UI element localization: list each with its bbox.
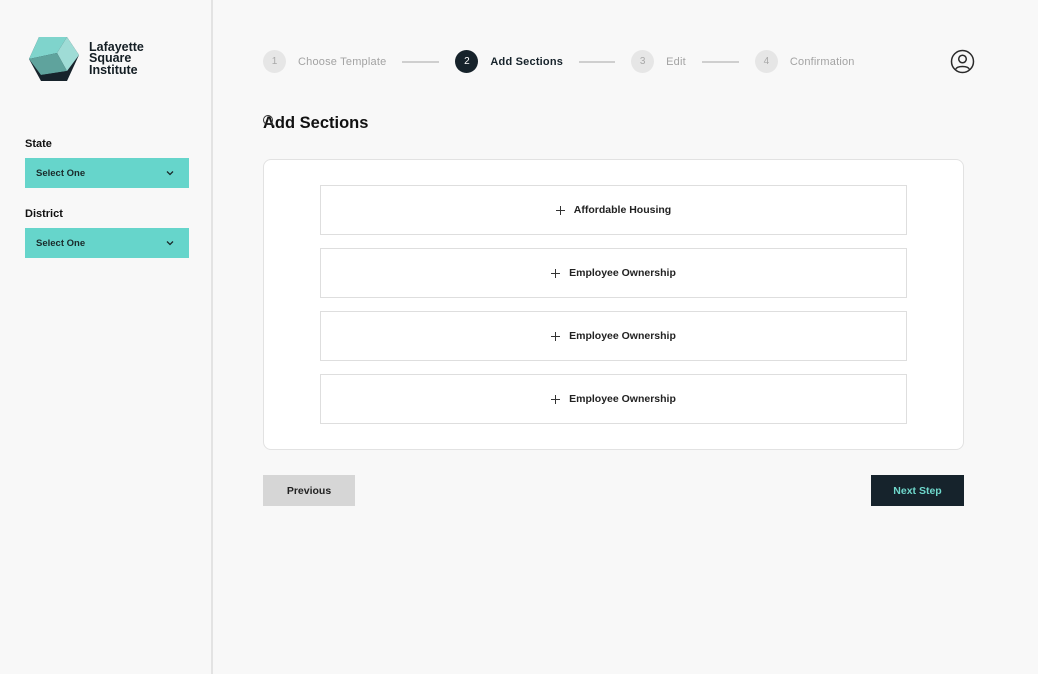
add-section-button[interactable]: Employee Ownership [320, 311, 907, 361]
step-label: Choose Template [298, 55, 387, 68]
section-label: Employee Ownership [569, 267, 676, 279]
step-number: 3 [631, 50, 655, 73]
chevron-down-icon [166, 241, 174, 246]
step-confirmation[interactable]: 4 Confirmation [754, 50, 855, 73]
state-select[interactable]: Select One [25, 158, 189, 188]
logo-cube-icon [29, 37, 79, 81]
step-edit[interactable]: 3 Edit [631, 50, 686, 73]
section-label: Employee Ownership [569, 393, 676, 405]
sidebar: Lafayette Square Institute State Select … [0, 0, 213, 674]
brand-logo[interactable]: Lafayette Square Institute [27, 35, 159, 83]
section-label: Employee Ownership [569, 330, 676, 342]
add-section-button[interactable]: Employee Ownership [320, 374, 907, 424]
brand-name: Lafayette Square Institute [89, 41, 159, 77]
plus-icon [551, 268, 561, 278]
step-label: Confirmation [789, 55, 855, 68]
section-label: Affordable Housing [573, 204, 672, 216]
add-section-button[interactable]: Employee Ownership [320, 248, 907, 298]
step-connector [579, 60, 616, 63]
previous-button[interactable]: Previous [263, 475, 355, 506]
step-connector [701, 60, 739, 63]
brand-line-3: Institute [89, 62, 138, 77]
state-label: State [25, 138, 52, 150]
user-account-icon[interactable] [950, 49, 975, 74]
plus-icon [551, 394, 561, 404]
step-label: Edit [666, 55, 686, 68]
page-title: Add Sections [263, 114, 369, 132]
chevron-down-icon [166, 171, 174, 176]
sections-card: Affordable Housing Employee Ownership Em… [263, 159, 964, 450]
step-number: 2 [455, 50, 479, 73]
step-number: 1 [263, 50, 286, 73]
step-number: 4 [754, 50, 778, 73]
mouse-cursor-icon [263, 115, 275, 127]
plus-icon [555, 205, 565, 215]
progress-stepper: 1 Choose Template 2 Add Sections 3 Edit … [263, 50, 855, 73]
district-label: District [25, 208, 63, 220]
state-select-value: Select One [36, 167, 86, 179]
add-section-button[interactable]: Affordable Housing [320, 185, 907, 235]
district-select-value: Select One [36, 237, 86, 249]
step-connector [402, 60, 440, 63]
step-add-sections[interactable]: 2 Add Sections [455, 50, 563, 73]
plus-icon [551, 331, 561, 341]
district-select[interactable]: Select One [25, 228, 189, 258]
step-label: Add Sections [490, 55, 564, 68]
step-choose-template[interactable]: 1 Choose Template [263, 50, 386, 73]
next-step-button[interactable]: Next Step [871, 475, 964, 506]
